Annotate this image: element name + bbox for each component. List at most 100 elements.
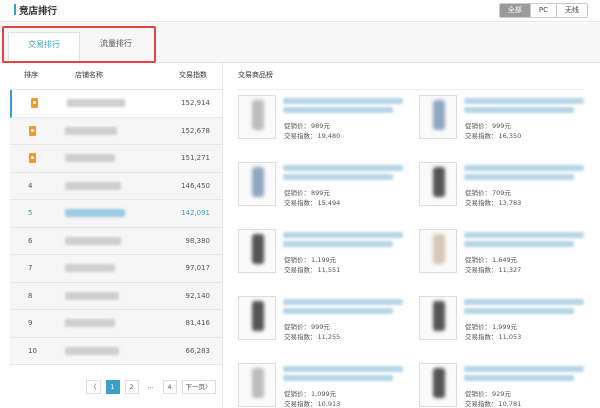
product-card[interactable]: 促销价：999元 交易指数：11,255 [238, 296, 408, 351]
product-title-redacted[interactable] [283, 174, 393, 180]
col-header-shop-name: 店铺名称 [75, 71, 103, 79]
product-thumbnail[interactable] [419, 229, 457, 273]
product-title-redacted[interactable] [464, 165, 584, 171]
product-thumbnail[interactable] [419, 363, 457, 407]
rank-medal-icon [29, 153, 36, 163]
promo-price: 促销价：1,999元 [464, 321, 517, 331]
shop-name-redacted [65, 181, 121, 190]
product-thumbnail[interactable] [238, 95, 276, 139]
product-title-redacted[interactable] [464, 375, 574, 381]
product-title-redacted[interactable] [464, 241, 574, 247]
trade-index-value: 66,283 [185, 346, 211, 355]
page-button[interactable]: 2 [124, 380, 139, 394]
shop-name-redacted [65, 126, 117, 135]
product-thumbnail[interactable] [419, 296, 457, 340]
promo-price-value: 709元 [492, 189, 511, 197]
product-title-redacted[interactable] [464, 308, 574, 314]
divider [238, 89, 584, 90]
product-title-redacted[interactable] [283, 366, 403, 372]
product-thumbnail[interactable] [238, 229, 276, 273]
rank-number: 7 [28, 264, 33, 272]
trade-index: 交易指数：11,053 [464, 331, 521, 341]
rank-medal-icon [31, 98, 38, 108]
product-title-redacted[interactable] [283, 241, 393, 247]
product-thumbnail[interactable] [419, 95, 457, 139]
product-title-redacted[interactable] [283, 308, 393, 314]
product-thumbnail[interactable] [238, 363, 276, 407]
product-title-redacted[interactable] [283, 98, 403, 104]
trade-index: 交易指数：19,480 [283, 130, 340, 140]
trade-index-value: 92,140 [185, 291, 211, 300]
filter-pc-button[interactable]: PC [529, 4, 556, 17]
shop-row[interactable]: 4 146,450 [10, 172, 222, 200]
shop-row[interactable]: 5 142,091 [10, 200, 222, 228]
shop-row[interactable]: 152,678 [10, 117, 222, 145]
rank-number: 10 [28, 346, 37, 355]
trade-index-label: 交易指数： [284, 132, 317, 140]
product-title-redacted[interactable] [283, 299, 403, 305]
page-button[interactable]: 1 [105, 380, 120, 394]
product-title-redacted[interactable] [464, 299, 584, 305]
promo-price: 促销价：999元 [283, 321, 330, 331]
promo-price-label: 促销价： [465, 189, 491, 197]
product-title-redacted[interactable] [464, 107, 574, 113]
col-header-products: 交易商品榜 [238, 71, 273, 79]
product-card[interactable]: 促销价：929元 交易指数：10,781 [419, 363, 589, 408]
product-thumbnail[interactable] [238, 162, 276, 206]
promo-price-label: 促销价： [465, 390, 491, 398]
promo-price-label: 促销价： [465, 256, 491, 264]
promo-price: 促销价：709元 [464, 187, 511, 197]
product-title-redacted[interactable] [464, 174, 574, 180]
next-page-button[interactable]: 下一页〉 [181, 380, 216, 394]
trade-index-value: 142,091 [181, 209, 210, 217]
trade-index-value: 11,551 [317, 266, 341, 274]
product-title-redacted[interactable] [464, 232, 584, 238]
promo-price: 促销价：1,099元 [283, 388, 336, 398]
shop-row[interactable]: 7 97,017 [10, 255, 222, 283]
shop-row[interactable]: 152,914 [10, 90, 222, 118]
trade-index-value: 81,416 [185, 319, 211, 327]
product-title-redacted[interactable] [464, 98, 584, 104]
product-image-redacted [252, 368, 264, 398]
product-card[interactable]: 促销价：899元 交易指数：15,494 [238, 162, 408, 217]
promo-price-value: 929元 [492, 390, 511, 398]
rank-number: 8 [28, 291, 33, 300]
trade-index-value: 98,380 [185, 236, 211, 245]
product-thumbnail[interactable] [238, 296, 276, 340]
product-thumbnail[interactable] [419, 162, 457, 206]
product-card[interactable]: 促销价：999元 交易指数：16,350 [419, 95, 589, 150]
highlight-box [2, 26, 156, 63]
promo-price-value: 1,099元 [311, 390, 337, 398]
promo-price-value: 999元 [492, 122, 511, 130]
rank-number: 5 [28, 209, 33, 217]
product-title-redacted[interactable] [283, 165, 403, 171]
product-title-redacted[interactable] [464, 366, 584, 372]
product-card[interactable]: 促销价：1,099元 交易指数：10,913 [238, 363, 408, 408]
filter-wireless-button[interactable]: 无线 [556, 4, 587, 17]
trade-index: 交易指数：11,551 [283, 264, 340, 274]
shop-row[interactable]: 151,271 [10, 145, 222, 173]
product-card[interactable]: 促销价：709元 交易指数：13,783 [419, 162, 589, 217]
shop-row[interactable]: 6 98,380 [10, 227, 222, 255]
product-title-redacted[interactable] [283, 107, 393, 113]
trade-index-value: 11,053 [498, 333, 522, 341]
page-button[interactable]: 4 [162, 380, 177, 394]
shop-row[interactable]: 8 92,140 [10, 282, 222, 310]
product-card[interactable]: 促销价：1,999元 交易指数：11,053 [419, 296, 589, 351]
shop-row[interactable]: 10 66,283 [10, 337, 222, 365]
shop-name-redacted [65, 236, 121, 245]
shop-name-redacted [65, 154, 115, 162]
product-title-redacted[interactable] [283, 375, 393, 381]
filter-all-button[interactable]: 全部 [499, 4, 530, 17]
product-title-redacted[interactable] [283, 232, 403, 238]
prev-page-button[interactable]: 〈 [86, 380, 101, 394]
product-card[interactable]: 促销价：989元 交易指数：19,480 [238, 95, 408, 150]
shop-name-redacted [65, 319, 115, 327]
rank-medal-icon [29, 125, 36, 136]
product-card[interactable]: 促销价：1,649元 交易指数：11,327 [419, 229, 589, 284]
device-filter-group: 全部 PC 无线 [498, 3, 588, 18]
promo-price-label: 促销价： [284, 256, 310, 264]
product-card[interactable]: 促销价：1,199元 交易指数：11,551 [238, 229, 408, 284]
trade-index-value: 152,914 [181, 99, 210, 107]
shop-row[interactable]: 9 81,416 [10, 310, 222, 338]
